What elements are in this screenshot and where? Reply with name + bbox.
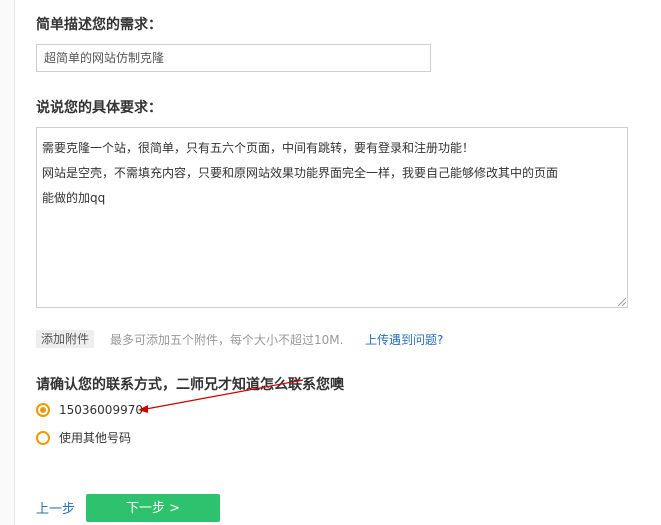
details-label: 说说您的具体要求： [36,100,162,116]
details-line-3: 能做的加qq [42,191,106,205]
details-textarea[interactable]: 需要克隆一个站，很简单，只有五六个页面，中间有跳转，要有登录和注册功能！ 网站是… [36,127,628,308]
contact-option-other[interactable]: 使用其他号码 [36,429,131,446]
left-panel-border [0,0,15,525]
attachment-hint: 最多可添加五个附件，每个大小不超过10M. [110,333,344,347]
contact-label: 请确认您的联系方式，二师兄才知道怎么联系您噢 [36,377,344,393]
contact-option-phone-label: 15036009970 [59,403,143,417]
details-line-1: 需要克隆一个站，很简单，只有五六个页面，中间有跳转，要有登录和注册功能！ [42,141,475,155]
radio-unchecked-icon[interactable] [36,430,50,445]
next-step-button[interactable]: 下一步 > [86,494,220,522]
summary-input[interactable] [36,44,431,72]
details-line-2: 网站是空壳，不需填充内容，只要和原网站效果功能界面完全一样，我要自己能够修改其中… [42,166,559,180]
resize-handle-icon[interactable] [616,296,626,306]
contact-option-other-label: 使用其他号码 [59,431,132,445]
summary-label: 简单描述您的需求： [36,17,162,33]
add-attachment-button[interactable]: 添加附件 [36,330,95,348]
upload-help-link[interactable]: 上传遇到问题? [365,331,443,348]
contact-option-phone[interactable]: 15036009970 [36,403,143,417]
radio-checked-icon[interactable] [36,403,50,417]
prev-step-link[interactable]: 上一步 [36,498,75,517]
